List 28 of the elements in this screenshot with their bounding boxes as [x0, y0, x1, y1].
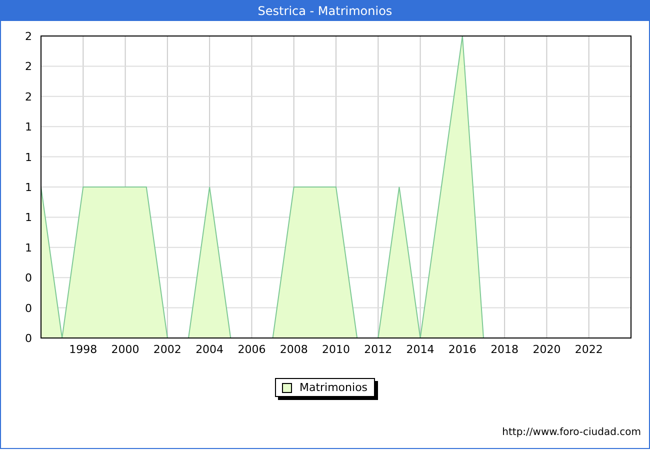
x-tick-label: 2000	[111, 343, 140, 356]
x-tick-label: 2014	[406, 343, 434, 356]
y-tick-label: 2	[25, 30, 32, 43]
x-tick-label: 2002	[153, 343, 182, 356]
x-tick-label: 1998	[69, 343, 98, 356]
x-tick-label: 2006	[238, 343, 266, 356]
y-tick-label: 1	[25, 241, 32, 254]
x-tick-label: 2004	[196, 343, 224, 356]
x-tick-label: 2022	[574, 343, 603, 356]
x-tick-label: 2008	[280, 343, 308, 356]
y-tick-label: 1	[25, 150, 32, 164]
x-tick-label: 2012	[364, 343, 392, 356]
y-tick-label: 1	[25, 211, 32, 224]
y-tick-label: 0	[25, 332, 32, 345]
source-url: http://www.foro-ciudad.com	[502, 427, 641, 438]
y-tick-label: 1	[25, 120, 32, 134]
y-tick-label: 2	[25, 90, 32, 104]
x-tick-label: 2020	[532, 343, 561, 356]
y-tick-label: 0	[25, 302, 32, 315]
legend-label: Matrimonios	[299, 381, 368, 394]
y-tick-label: 1	[25, 181, 32, 194]
y-tick-label: 2	[25, 60, 32, 74]
legend-swatch	[282, 382, 292, 392]
window-title: Sestrica - Matrimonios	[258, 4, 392, 18]
x-tick-label: 2018	[490, 343, 519, 356]
y-tick-label: 0	[25, 272, 32, 285]
x-tick-label: 2010	[322, 343, 350, 356]
x-tick-label: 2016	[448, 343, 476, 356]
